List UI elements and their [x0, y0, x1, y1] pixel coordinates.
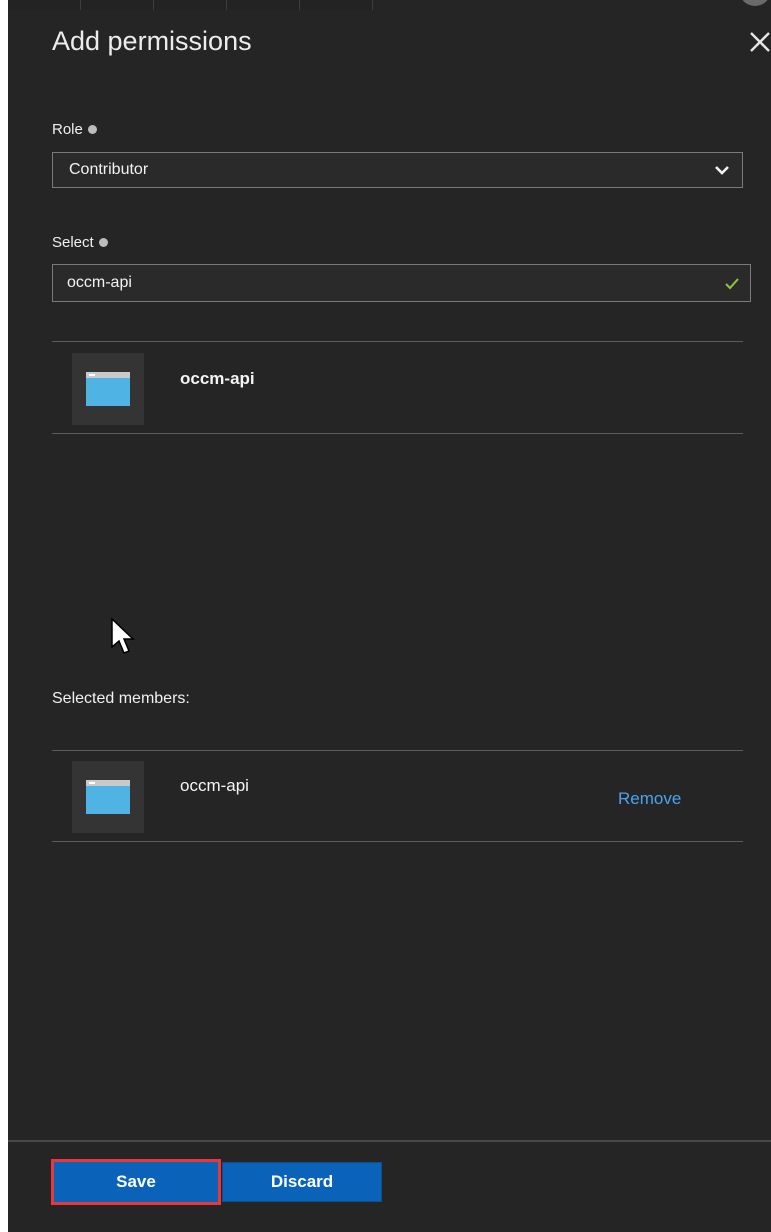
role-label: Role	[52, 121, 97, 138]
chevron-down-icon	[715, 166, 729, 175]
info-icon[interactable]	[98, 238, 108, 247]
search-result-name: occm-api	[180, 369, 255, 388]
role-dropdown[interactable]: Contributor	[52, 152, 743, 188]
tab-strip-segment	[8, 0, 81, 10]
results-divider-top	[52, 341, 743, 342]
app-window-icon	[86, 780, 130, 814]
save-button[interactable]: Save	[51, 1159, 221, 1205]
remove-member-link[interactable]: Remove	[618, 789, 681, 809]
search-result-item[interactable]: occm-api	[52, 343, 743, 433]
footer-divider	[8, 1140, 771, 1142]
app-window-icon	[86, 372, 130, 406]
tab-strip-segment	[81, 0, 154, 10]
role-selected-value: Contributor	[69, 161, 149, 178]
select-label: Select	[52, 234, 108, 251]
tab-strip-segment	[154, 0, 227, 10]
select-label-text: Select	[52, 234, 94, 251]
top-tab-strip	[8, 0, 408, 10]
valid-check-icon	[725, 278, 739, 290]
mouse-pointer-icon	[111, 617, 135, 654]
add-permissions-panel: Add permissions Role Contributor Select	[8, 0, 771, 1232]
select-search-input[interactable]	[67, 274, 667, 292]
selected-member-item: occm-api Remove	[52, 751, 743, 841]
members-divider-bottom	[52, 841, 743, 842]
role-label-text: Role	[52, 121, 83, 138]
results-divider-bottom	[52, 433, 743, 434]
select-search-field[interactable]	[52, 264, 751, 302]
close-icon[interactable]	[748, 30, 771, 54]
tab-strip-segment	[227, 0, 300, 10]
app-tile	[72, 761, 144, 833]
info-icon[interactable]	[87, 125, 97, 134]
discard-button[interactable]: Discard	[222, 1162, 382, 1202]
page-title: Add permissions	[52, 26, 252, 56]
selected-members-title: Selected members:	[52, 690, 190, 707]
avatar-edge	[739, 0, 771, 6]
selected-member-name: occm-api	[180, 776, 249, 795]
tab-strip-segment	[300, 0, 373, 10]
app-tile	[72, 353, 144, 425]
